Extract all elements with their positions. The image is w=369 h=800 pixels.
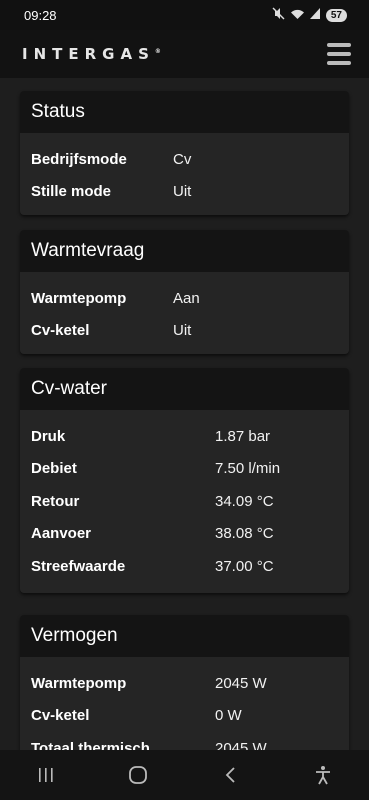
mute-icon [272, 7, 285, 23]
card-vermogen: Vermogen Warmtepomp 2045 W Cv-ketel 0 W … [20, 615, 349, 750]
row-value: 0 W [215, 707, 242, 725]
app-bar: INTERGAS® [0, 30, 369, 78]
table-row: Stille mode Uit [20, 176, 349, 209]
row-label: Totaal thermisch [31, 739, 150, 750]
intergas-logo: INTERGAS® [22, 45, 161, 63]
table-row: Druk 1.87 bar [20, 420, 349, 453]
row-label: Retour [31, 492, 80, 510]
table-row: Warmtepomp Aan [20, 282, 349, 315]
row-label: Cv-ketel [31, 707, 90, 725]
wifi-icon [290, 8, 305, 23]
table-row: Cv-ketel 0 W [20, 700, 349, 733]
table-row: Aanvoer 38.08 °C [20, 518, 349, 551]
table-row: Bedrijfsmode Cv [20, 143, 349, 176]
row-value: Aan [173, 289, 200, 307]
back-icon[interactable] [201, 750, 261, 800]
card-warmtevraag: Warmtevraag Warmtepomp Aan Cv-ketel Uit [20, 230, 349, 354]
recents-icon[interactable] [16, 750, 76, 800]
table-row: Streefwaarde 37.00 °C [20, 550, 349, 583]
battery-badge: 57 [325, 8, 347, 22]
row-label: Debiet [31, 460, 77, 478]
row-value: 7.50 l/min [215, 460, 281, 478]
row-label: Warmtepomp [31, 674, 127, 692]
row-label: Streefwaarde [31, 557, 126, 575]
accessibility-icon[interactable] [293, 750, 353, 800]
card-title: Vermogen [20, 615, 349, 657]
status-time: 09:28 [24, 7, 57, 23]
row-label: Druk [31, 427, 66, 445]
home-icon[interactable] [108, 750, 168, 800]
row-label: Aanvoer [31, 525, 92, 543]
table-row: Retour 34.09 °C [20, 485, 349, 518]
row-value: Cv [173, 150, 192, 168]
hamburger-icon[interactable] [327, 43, 351, 65]
status-bar: 09:28 57 [0, 0, 369, 30]
row-value: Uit [173, 183, 192, 201]
table-row: Cv-ketel Uit [20, 315, 349, 348]
status-icons: 57 [272, 7, 347, 23]
row-label: Bedrijfsmode [31, 150, 127, 168]
table-row: Totaal thermisch 2045 W [20, 732, 349, 750]
navigation-bar [0, 750, 369, 800]
card-title: Warmtevraag [20, 230, 349, 272]
row-value: Uit [173, 322, 192, 340]
row-label: Stille mode [31, 183, 112, 201]
row-value: 2045 W [215, 674, 267, 692]
row-value: 38.08 °C [215, 525, 274, 543]
signal-icon [309, 8, 321, 22]
row-label: Warmtepomp [31, 289, 127, 307]
row-label: Cv-ketel [31, 322, 90, 340]
row-value: 1.87 bar [215, 427, 271, 445]
row-value: 37.00 °C [215, 557, 274, 575]
table-row: Debiet 7.50 l/min [20, 453, 349, 486]
card-title: Cv-water [20, 368, 349, 410]
content-area[interactable]: Status Bedrijfsmode Cv Stille mode Uit W… [0, 78, 369, 750]
card-title: Status [20, 91, 349, 133]
card-status: Status Bedrijfsmode Cv Stille mode Uit [20, 91, 349, 215]
row-value: 2045 W [215, 739, 267, 750]
row-value: 34.09 °C [215, 492, 274, 510]
table-row: Warmtepomp 2045 W [20, 667, 349, 700]
card-cv-water: Cv-water Druk 1.87 bar Debiet 7.50 l/min… [20, 368, 349, 593]
